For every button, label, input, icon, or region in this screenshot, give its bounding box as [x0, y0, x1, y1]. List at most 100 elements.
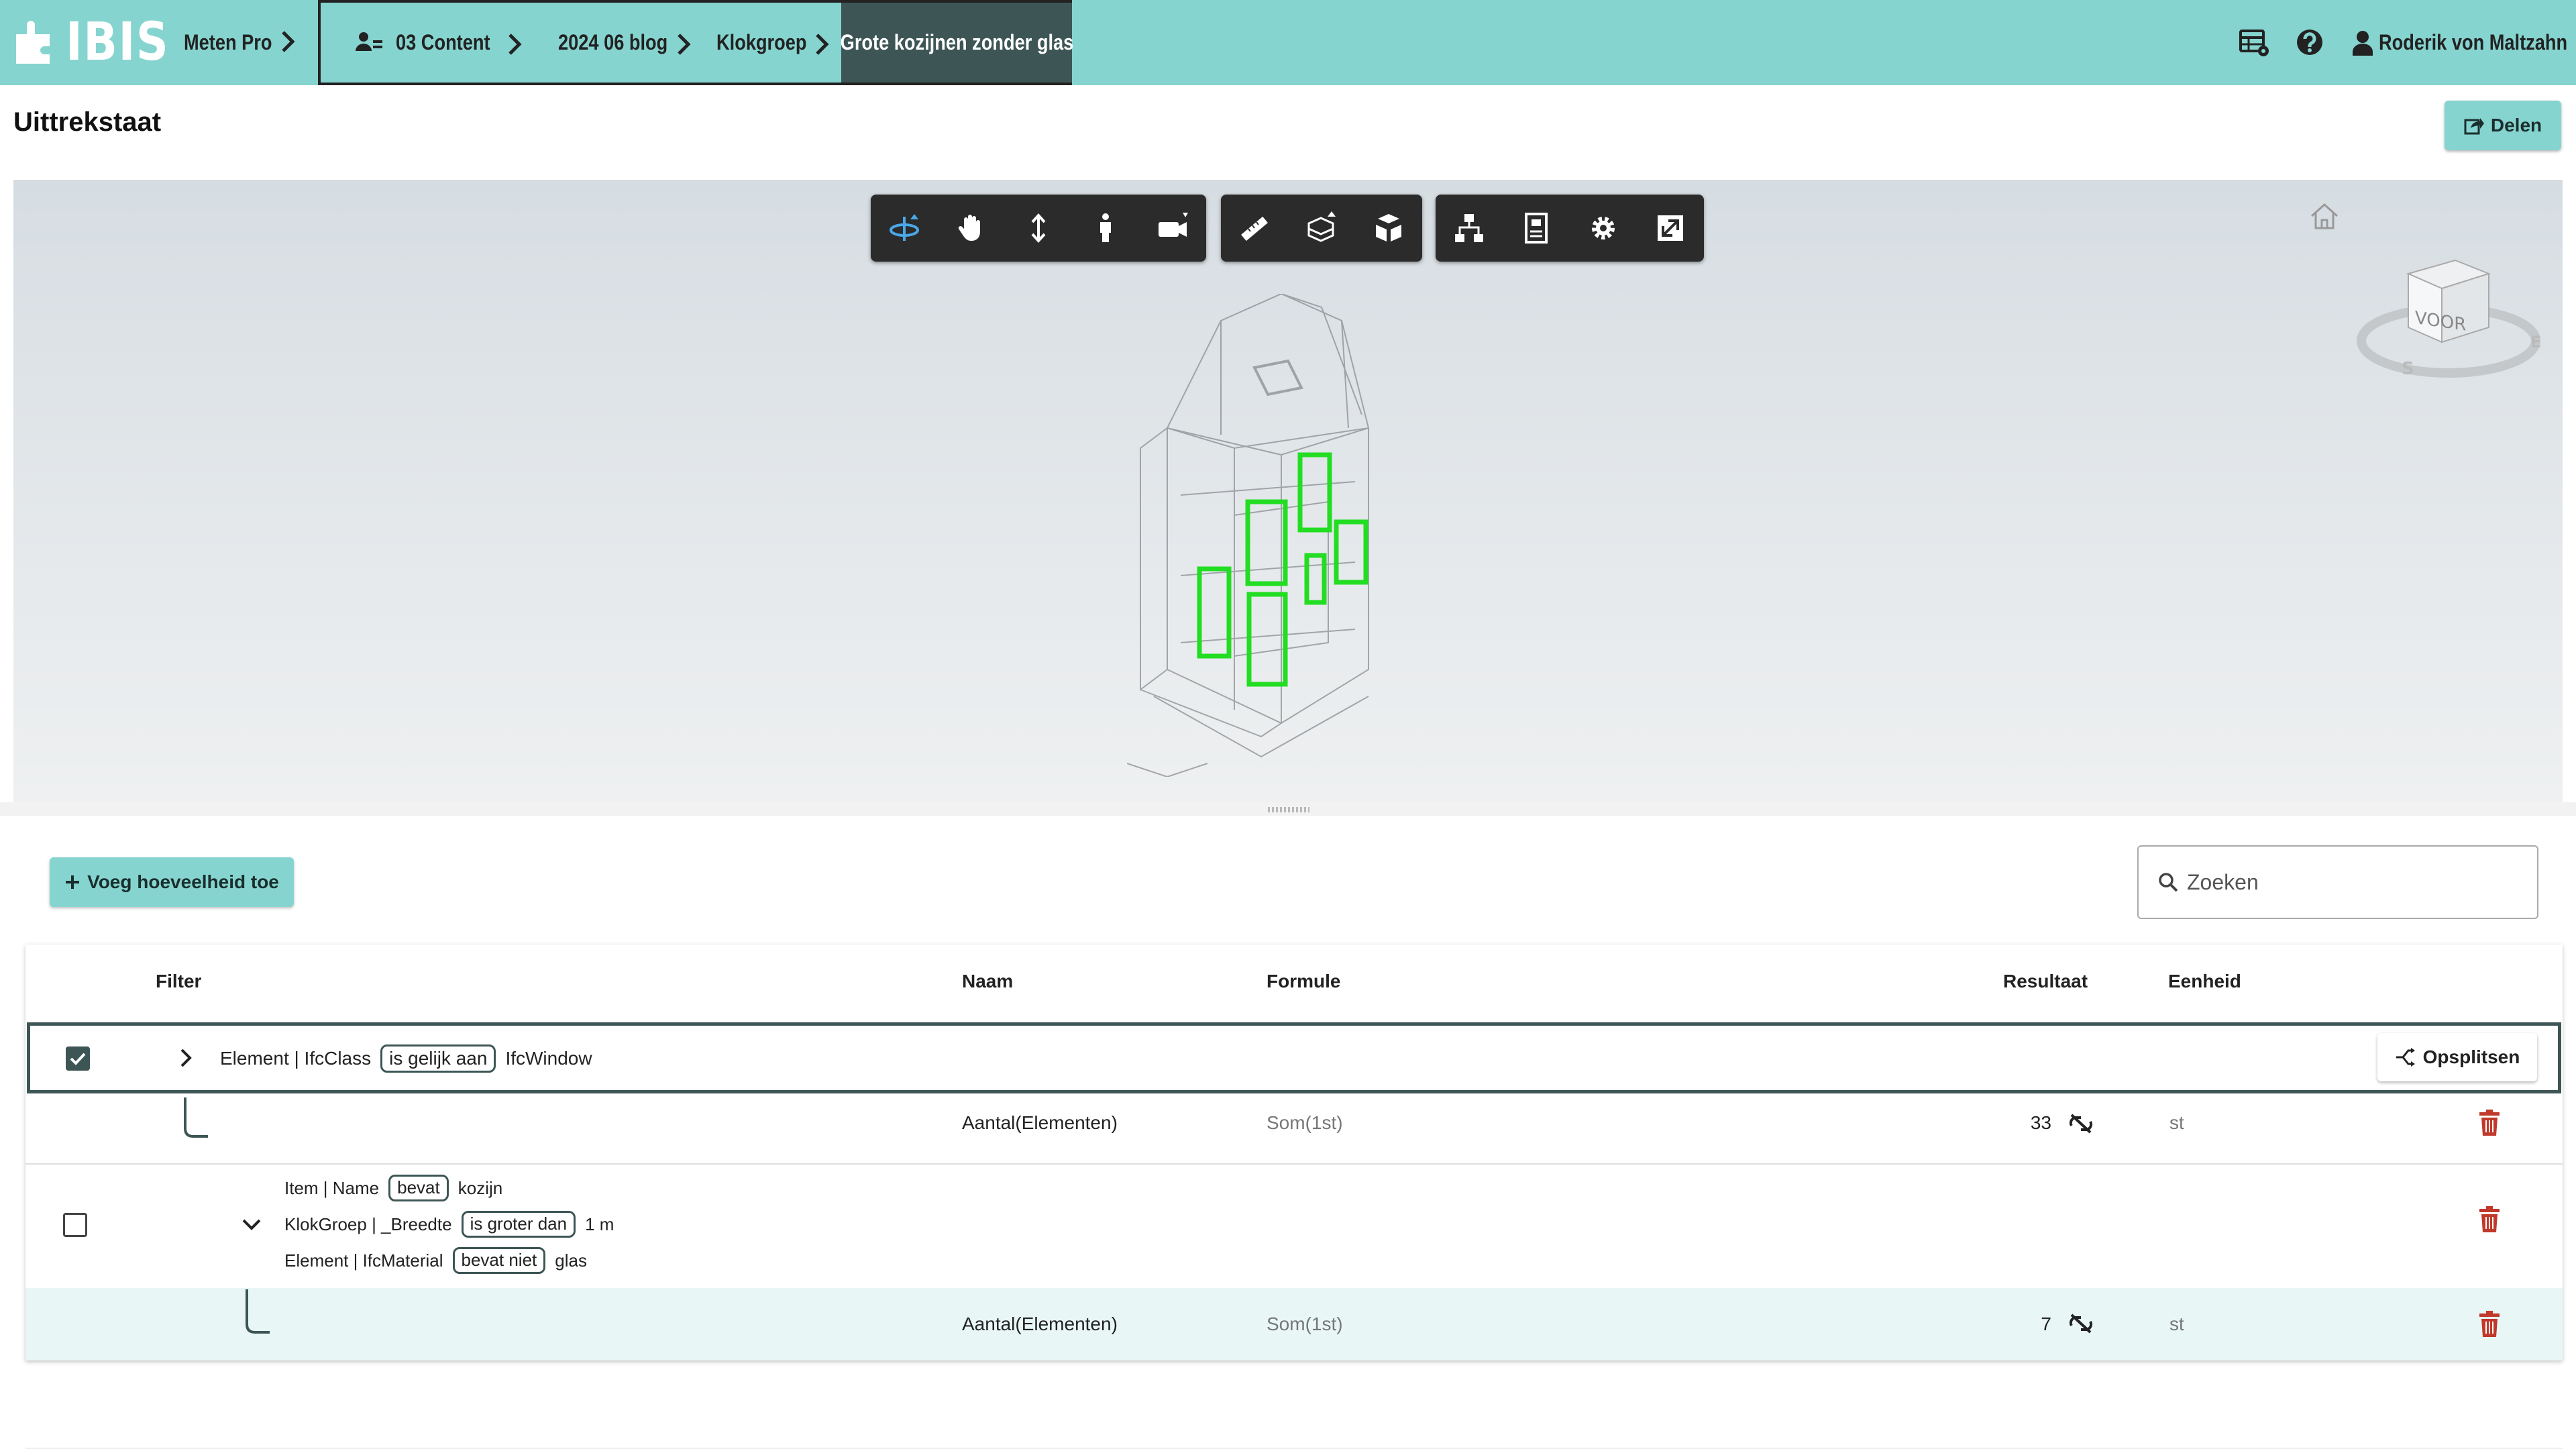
breadcrumb-item-blog[interactable]: 2024 06 blog — [558, 3, 687, 83]
tree-connector — [246, 1289, 270, 1334]
viewcube[interactable]: VOOR S E — [2348, 233, 2549, 388]
row-checkbox[interactable] — [66, 1046, 90, 1071]
column-header-filter[interactable]: Filter — [156, 945, 201, 1018]
split-button[interactable]: Opsplitsen — [2377, 1033, 2537, 1081]
chevron-down-icon[interactable] — [241, 1218, 262, 1232]
table-settings-icon[interactable] — [2239, 27, 2270, 58]
filter-value: kozijn — [458, 1177, 503, 1198]
filter-field: Element | IfcClass — [220, 1048, 372, 1069]
quantity-name[interactable]: Aantal(Elementen) — [962, 1110, 1118, 1136]
filter-operator: bevat niet — [452, 1247, 546, 1274]
help-icon[interactable] — [2294, 27, 2325, 58]
delete-icon[interactable] — [2478, 1110, 2501, 1136]
selected-window — [1297, 452, 1332, 533]
camera-button[interactable] — [1139, 195, 1206, 262]
share-label: Delen — [2490, 115, 2542, 136]
share-icon — [2464, 118, 2484, 135]
breadcrumb-item-label: 03 Content — [396, 30, 490, 54]
panel-resize-handle[interactable] — [0, 802, 2576, 816]
breadcrumb-root[interactable]: Meten Pro — [184, 0, 272, 85]
3d-viewer[interactable]: VOOR S E — [13, 180, 2563, 802]
zoom-icon — [1031, 213, 1046, 243]
chevron-right-icon — [508, 34, 522, 55]
share-button[interactable]: Delen — [2445, 101, 2561, 150]
pan-icon — [958, 215, 980, 241]
quantity-unit: st — [2169, 1313, 2184, 1334]
delete-icon[interactable] — [2478, 1206, 2501, 1233]
unlink-icon[interactable] — [2068, 1112, 2094, 1135]
filter-field: Item | Name — [284, 1177, 380, 1198]
first-person-button[interactable] — [1072, 195, 1139, 262]
user-menu[interactable]: Roderik von Maltzahn — [2352, 0, 2576, 85]
settings-button[interactable] — [1570, 195, 1637, 262]
delete-icon[interactable] — [2478, 1311, 2501, 1338]
split-label: Opsplitsen — [2422, 1046, 2520, 1067]
chevron-right-icon — [678, 34, 691, 55]
page-title: Uittrekstaat — [13, 107, 162, 137]
pan-button[interactable] — [938, 195, 1005, 262]
breadcrumb-item-content[interactable]: 03 Content — [354, 3, 506, 83]
section-button[interactable] — [1288, 195, 1355, 262]
filter-value: glas — [555, 1250, 587, 1271]
breadcrumb-item-label: 2024 06 blog — [558, 30, 668, 54]
orbit-button[interactable] — [871, 195, 938, 262]
first-person-icon — [1100, 213, 1111, 242]
tree-connector — [184, 1097, 208, 1138]
explode-icon — [1376, 214, 1401, 241]
quantity-result: 7 — [2041, 1313, 2051, 1334]
settings-toolbar — [1436, 195, 1704, 262]
breadcrumb-active-label: Grote kozijnen zonder glas — [840, 30, 1073, 54]
add-quantity-button[interactable]: Voeg hoeveelheid toe — [50, 857, 294, 907]
quantity-result: 33 — [2030, 1112, 2051, 1133]
quantity-unit: st — [2169, 1112, 2184, 1133]
plus-icon — [66, 875, 80, 889]
breadcrumb-item-active[interactable]: Grote kozijnen zonder glas — [840, 3, 1073, 83]
column-header-formula[interactable]: Formule — [1267, 945, 1340, 1018]
user-name: Roderik von Maltzahn — [2379, 30, 2568, 54]
selected-window — [1197, 566, 1232, 659]
properties-button[interactable] — [1503, 195, 1570, 262]
breadcrumb-root-label: Meten Pro — [184, 30, 272, 54]
home-icon[interactable] — [2308, 200, 2341, 233]
properties-icon — [1525, 213, 1548, 244]
column-header-result[interactable]: Resultaat — [2003, 945, 2088, 1018]
navigation-toolbar — [871, 195, 1206, 262]
quantities-table: Filter Naam Formule Resultaat Eenheid El… — [25, 945, 2563, 1360]
quantity-formula[interactable]: Som(1st) — [1267, 1110, 1343, 1136]
building-model[interactable] — [1127, 294, 1489, 777]
filter-field: KlokGroep | _Breedte — [284, 1214, 452, 1234]
filter-operator: bevat — [388, 1175, 449, 1201]
camera-icon — [1159, 213, 1188, 237]
column-header-name[interactable]: Naam — [962, 945, 1013, 1018]
breadcrumb: 03 Content 2024 06 blog Klokgroep Grote … — [318, 0, 1073, 85]
quantity-formula[interactable]: Som(1st) — [1267, 1311, 1343, 1338]
column-header-unit[interactable]: Eenheid — [2168, 945, 2241, 1018]
search-input[interactable]: Zoeken — [2137, 845, 2538, 919]
gear-icon — [1592, 217, 1615, 239]
chevron-right-icon[interactable] — [180, 1048, 192, 1068]
chevron-right-icon — [816, 34, 829, 55]
filter-condition: Item | Name bevat kozijn — [284, 1174, 502, 1202]
ibis-logo[interactable]: IBIS — [11, 12, 188, 72]
quantities-panel: Voeg hoeveelheid toe Zoeken Filter Naam … — [25, 817, 2563, 1360]
quantity-name[interactable]: Aantal(Elementen) — [962, 1311, 1118, 1338]
resize-grip[interactable] — [1268, 807, 1309, 812]
measure-button[interactable] — [1221, 195, 1288, 262]
measure-icon — [1241, 216, 1268, 241]
selected-window — [1246, 592, 1288, 687]
add-quantity-label: Voeg hoeveelheid toe — [87, 871, 279, 892]
model-tree-button[interactable] — [1436, 195, 1503, 262]
filter-condition: Element | IfcClass is gelijk aan IfcWind… — [220, 1044, 592, 1073]
explode-button[interactable] — [1355, 195, 1422, 262]
check-icon — [70, 1053, 86, 1065]
zoom-button[interactable] — [1005, 195, 1072, 262]
fullscreen-button[interactable] — [1637, 195, 1704, 262]
breadcrumb-item-klokgroep[interactable]: Klokgroep — [716, 3, 822, 83]
unlink-icon[interactable] — [2068, 1312, 2094, 1335]
model-tree-icon — [1455, 214, 1483, 242]
selected-window — [1304, 553, 1327, 605]
search-icon — [2159, 873, 2178, 892]
filter-operator: is groter dan — [461, 1211, 576, 1238]
row-checkbox[interactable] — [63, 1213, 87, 1237]
filter-operator: is gelijk aan — [380, 1044, 496, 1073]
